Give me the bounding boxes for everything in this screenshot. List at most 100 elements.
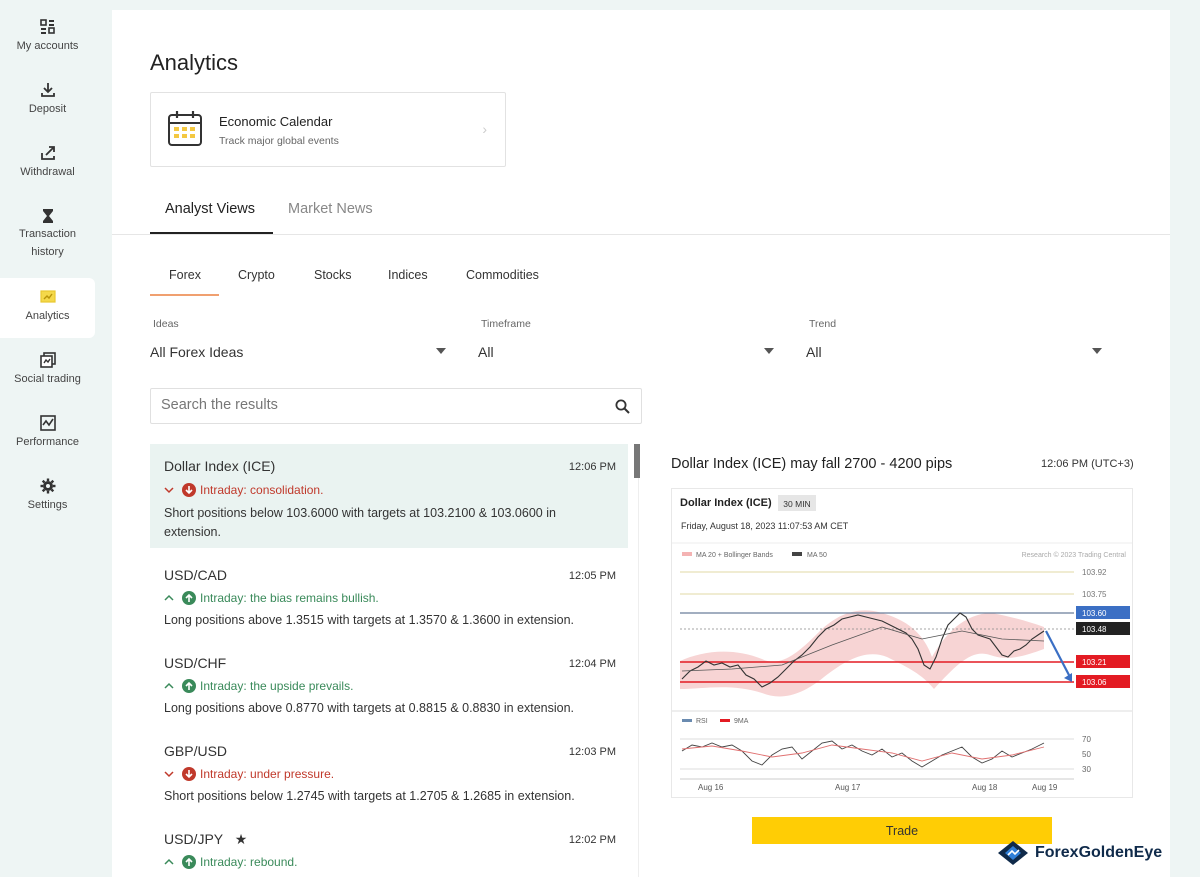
chart-symbol: Dollar Index (ICE) [680, 497, 772, 509]
analysis-chart: Dollar Index (ICE) 30 MIN Friday, August… [671, 488, 1133, 798]
level-tag-text-2: 103.75 [1082, 590, 1107, 599]
subtab-indices[interactable]: Indices [388, 268, 428, 282]
idea-description: Short positions below 1.2745 with target… [164, 789, 575, 803]
subtab-commodities[interactable]: Commodities [466, 268, 539, 282]
arrow-up-circle-icon [182, 591, 196, 605]
brand-logo-icon [998, 841, 1028, 865]
idea-time: 12:02 PM [568, 834, 616, 846]
level-tag-text-6: 103.06 [1082, 678, 1107, 687]
x-label-aug19: Aug 19 [1032, 783, 1058, 792]
chart-credit: Research © 2023 Trading Central [1022, 551, 1127, 559]
sidebar-item-analytics[interactable]: Analytics [0, 278, 95, 338]
calendar-card-title: Economic Calendar [219, 114, 333, 129]
accounts-grid-icon [39, 19, 55, 34]
analytics-icon [39, 290, 56, 303]
x-label-aug16: Aug 16 [698, 783, 724, 792]
calendar-icon [168, 111, 202, 146]
list-item[interactable]: USD/CHF 12:04 PM Intraday: the upside pr… [150, 648, 628, 728]
ideas-filter-select[interactable]: All Forex Ideas [150, 342, 446, 364]
sidebar-item-deposit[interactable]: Deposit [0, 81, 95, 115]
sidebar-item-settings[interactable]: Settings [0, 477, 95, 511]
rsi-legend-swatch [682, 719, 692, 722]
tab-analyst-views[interactable]: Analyst Views [165, 201, 255, 217]
list-item[interactable]: Dollar Index (ICE) 12:06 PM Intraday: co… [150, 444, 628, 548]
subtab-forex[interactable]: Forex [169, 268, 201, 282]
idea-time: 12:06 PM [568, 461, 616, 473]
x-label-aug18: Aug 18 [972, 783, 998, 792]
sidebar-item-withdrawal[interactable]: Withdrawal [0, 144, 95, 178]
bollinger-band [680, 610, 1044, 697]
hourglass-icon [42, 209, 53, 223]
main-panel: Analytics Economic Calendar Track major … [112, 10, 1170, 877]
timeframe-filter-value: All [478, 344, 494, 360]
sidebar-item-my-accounts[interactable]: My accounts [0, 18, 95, 52]
ma50-legend: MA 50 [807, 552, 827, 559]
sidebar-item-social-trading[interactable]: Social trading [0, 351, 95, 385]
idea-trend-text: Intraday: the bias remains bullish. [200, 591, 379, 605]
rsi-tick-30: 30 [1082, 765, 1091, 774]
scrollbar-track[interactable] [638, 478, 639, 877]
star-icon[interactable]: ★ [235, 831, 248, 847]
ma9-legend-swatch [720, 719, 730, 722]
idea-trend: Intraday: the upside prevails. [164, 679, 353, 693]
list-item[interactable]: USD/JPY ★ 12:02 PM Intraday: rebound. [150, 824, 628, 877]
caret-down-icon [1092, 348, 1102, 354]
search-icon[interactable] [615, 399, 630, 414]
trend-filter-label: Trend [809, 318, 837, 330]
tab-market-news[interactable]: Market News [288, 201, 373, 217]
idea-description: Long positions above 1.3515 with targets… [164, 613, 575, 627]
page-title: Analytics [150, 50, 239, 75]
caret-down-icon [436, 348, 446, 354]
detail-title: Dollar Index (ICE) may fall 2700 - 4200 … [671, 456, 953, 472]
list-item[interactable]: GBP/USD 12:03 PM Intraday: under pressur… [150, 736, 628, 816]
idea-pair: USD/CAD [164, 567, 228, 583]
sidebar-item-label: Performance [16, 436, 79, 448]
level-tag-text-1: 103.92 [1082, 568, 1107, 577]
sidebar-item-label: Settings [27, 499, 68, 511]
idea-trend: Intraday: the bias remains bullish. [164, 591, 379, 605]
sidebar-item-label: Transaction history [18, 228, 77, 258]
idea-description: Long positions above 0.8770 with targets… [164, 701, 575, 715]
calendar-card-subtitle: Track major global events [219, 135, 339, 147]
brand-name: ForexGoldenEye [1035, 844, 1163, 861]
sidebar-item-transaction-history[interactable]: Transaction history [0, 207, 95, 261]
chevron-up-icon [164, 594, 174, 601]
rsi-series [681, 740, 1045, 768]
subtab-crypto[interactable]: Crypto [238, 268, 275, 282]
rsi-tick-50: 50 [1082, 750, 1091, 759]
sidebar-item-performance[interactable]: Performance [0, 414, 95, 448]
idea-trend-text: Intraday: the upside prevails. [200, 679, 354, 693]
trend-filter-value: All [806, 344, 822, 360]
ma50-legend-swatch [792, 552, 802, 556]
idea-pair: GBP/USD [164, 743, 228, 759]
arrow-up-circle-icon [182, 855, 196, 869]
trend-filter-select[interactable]: All [806, 342, 1102, 364]
idea-time: 12:04 PM [568, 658, 616, 670]
economic-calendar-card[interactable]: Economic Calendar Track major global eve… [150, 92, 506, 167]
search-input[interactable] [161, 397, 601, 413]
chevron-down-icon [164, 487, 174, 494]
chart-svg: Dollar Index (ICE) 30 MIN Friday, August… [672, 495, 1132, 792]
ma20-legend-swatch [682, 552, 692, 556]
idea-pair: USD/JPY ★ [164, 831, 247, 848]
list-item[interactable]: USD/CAD 12:05 PM Intraday: the bias rema… [150, 560, 628, 640]
sidebar-item-label: Social trading [14, 373, 81, 385]
search-box [150, 388, 642, 424]
sidebar: My accounts Deposit Withdrawal Transacti… [0, 0, 95, 877]
ideas-filter-value: All Forex Ideas [150, 344, 244, 360]
rsi-tick-70: 70 [1082, 735, 1091, 744]
upload-share-icon [40, 146, 55, 160]
idea-pair: Dollar Index (ICE) [164, 458, 276, 474]
timeframe-filter-label: Timeframe [481, 318, 531, 330]
idea-trend: Intraday: rebound. [164, 855, 297, 869]
arrow-up-circle-icon [182, 679, 196, 693]
scrollbar-thumb[interactable] [634, 444, 640, 478]
chevron-down-icon [164, 771, 174, 778]
gear-icon [40, 478, 55, 494]
timeframe-filter-select[interactable]: All [478, 342, 774, 364]
subtab-stocks[interactable]: Stocks [314, 268, 352, 282]
arrow-down-circle-icon [182, 767, 196, 781]
level-tag-text-3: 103.60 [1082, 609, 1107, 618]
idea-time: 12:05 PM [568, 570, 616, 582]
idea-trend: Intraday: under pressure. [164, 767, 334, 781]
